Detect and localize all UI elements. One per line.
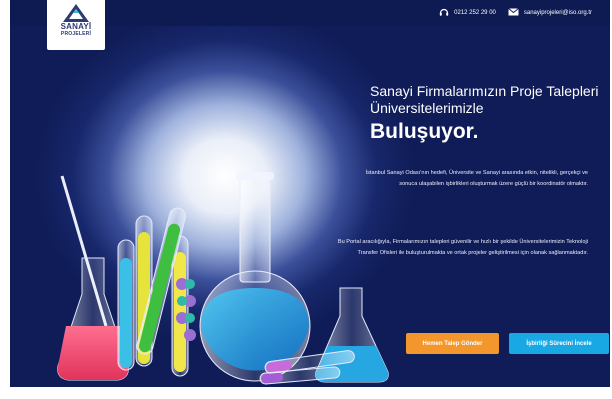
review-process-button[interactable]: İşbirliği Sürecini İncele xyxy=(509,333,609,354)
logo-text-line-2: PROJELERİ xyxy=(60,31,92,37)
phone-icon xyxy=(439,7,449,19)
phone-contact[interactable]: 0212 252 29 00 xyxy=(439,7,496,19)
hero-title-line-2: Üniversitelerimizle xyxy=(370,100,484,116)
hero-title-line-3: Buluşuyor. xyxy=(370,120,479,143)
contact-info: 0212 252 29 00 sanayiprojeleri@iso.org.t… xyxy=(427,0,592,26)
page: Sanayi Firmalarımızın Proje Talepleri Ün… xyxy=(0,0,612,399)
send-request-button[interactable]: Hemen Talep Gönder xyxy=(406,333,499,354)
mail-icon xyxy=(508,8,519,18)
hero-paragraph-1: İstanbul Sanayi Odası'nın hedefi, Üniver… xyxy=(365,170,588,187)
logo-flask-icon xyxy=(61,3,91,23)
bottom-band xyxy=(0,387,612,399)
email-contact[interactable]: sanayiprojeleri@iso.org.tr xyxy=(508,8,592,18)
email-address: sanayiprojeleri@iso.org.tr xyxy=(523,10,592,16)
hero-title-line-1: Sanayi Firmalarımızın Proje Talepleri xyxy=(370,83,599,99)
logo-text-line-1: SANAYİ xyxy=(60,22,92,31)
site-logo[interactable]: SANAYİ PROJELERİ xyxy=(47,0,105,50)
phone-number: 0212 252 29 00 xyxy=(454,10,496,16)
hero-paragraph-2: Bu Portal aracılığıyla, Firmalarımızın t… xyxy=(337,239,588,256)
